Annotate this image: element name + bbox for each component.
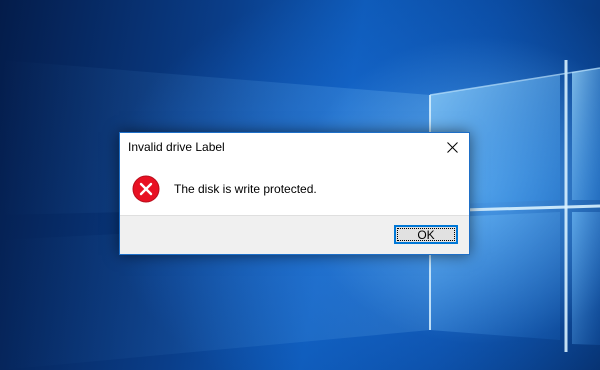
dialog-title: Invalid drive Label <box>128 140 225 154</box>
error-icon <box>132 175 160 203</box>
close-icon <box>446 141 458 153</box>
dialog-content: The disk is write protected. <box>120 162 469 216</box>
close-button[interactable] <box>435 133 469 161</box>
dialog-titlebar[interactable]: Invalid drive Label <box>120 133 469 162</box>
dialog-message: The disk is write protected. <box>174 182 317 196</box>
ok-button[interactable]: OK <box>394 225 458 244</box>
error-dialog: Invalid drive Label The disk is write pr… <box>119 132 470 255</box>
dialog-footer: OK <box>120 215 469 254</box>
